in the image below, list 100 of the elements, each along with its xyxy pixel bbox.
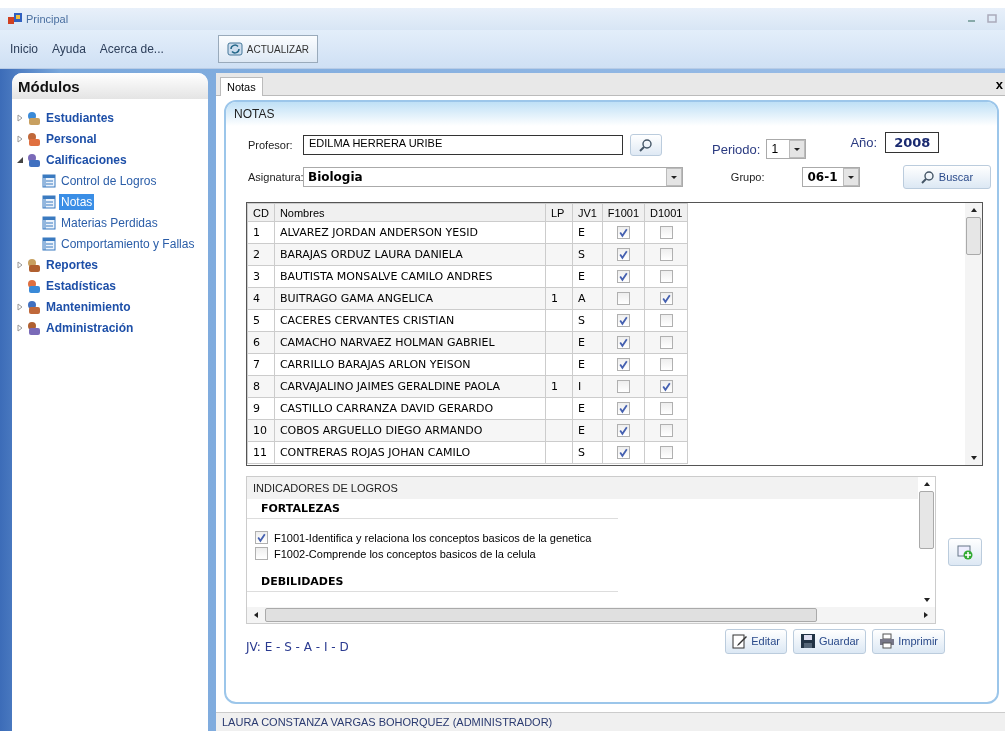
- checkbox[interactable]: [659, 358, 673, 372]
- printer-icon: [879, 633, 896, 649]
- table-cell: CASTILLO CARRANZA DAVID GERARDO: [274, 397, 546, 420]
- scrollbar-thumb[interactable]: [265, 608, 817, 622]
- field-label: Grupo:: [730, 171, 765, 183]
- tree-item[interactable]: Materias Perdidas: [59, 214, 160, 231]
- period-dropdown[interactable]: 1: [766, 139, 807, 159]
- checkbox[interactable]: [616, 380, 630, 394]
- table-cell: BARAJAS ORDUZ LAURA DANIELA: [274, 243, 546, 266]
- action-button[interactable]: Guardar: [792, 628, 867, 654]
- close-tab-button[interactable]: x: [995, 76, 1005, 92]
- checkbox[interactable]: [659, 248, 673, 262]
- menu-item[interactable]: Ayuda: [52, 42, 86, 56]
- checkbox[interactable]: [616, 314, 630, 328]
- checkbox[interactable]: [616, 402, 630, 416]
- checkbox[interactable]: [659, 292, 673, 306]
- subject-dropdown[interactable]: Biologia: [303, 167, 683, 187]
- checkbox[interactable]: [616, 292, 630, 306]
- refresh-button[interactable]: ACTUALIZAR: [217, 35, 319, 63]
- scrollbar-thumb[interactable]: [966, 217, 981, 255]
- form-icon: [42, 215, 56, 230]
- column-header[interactable]: CD: [247, 203, 275, 222]
- column-header[interactable]: F1001: [602, 203, 645, 222]
- status-text: LAURA CONSTANZA VARGAS BOHORQUEZ (ADMINISTRADOR): [222, 716, 553, 728]
- scrollbar[interactable]: [965, 203, 982, 465]
- expand-arrow-icon[interactable]: [16, 323, 24, 332]
- action-button[interactable]: Imprimir: [872, 628, 945, 654]
- column-header[interactable]: JV1: [572, 203, 603, 222]
- tree-item[interactable]: Estudiantes: [46, 110, 114, 125]
- column-header[interactable]: D1001: [644, 203, 688, 222]
- checkbox[interactable]: [659, 380, 673, 394]
- teacher-field[interactable]: EDILMA HERRERA URIBE: [303, 135, 623, 155]
- checkbox[interactable]: [255, 531, 268, 544]
- table-cell: 2: [247, 243, 275, 266]
- checkbox[interactable]: [659, 226, 673, 240]
- table-cell: E: [572, 265, 603, 288]
- add-button[interactable]: [948, 538, 982, 566]
- checkbox[interactable]: [616, 336, 630, 350]
- column-header[interactable]: LP: [545, 203, 573, 222]
- checkbox[interactable]: [616, 358, 630, 372]
- checkbox[interactable]: [616, 226, 630, 240]
- section-heading: DEBILIDADES: [247, 572, 618, 592]
- expand-arrow-icon[interactable]: [16, 302, 24, 311]
- column-header[interactable]: Nombres: [274, 203, 546, 222]
- checkbox[interactable]: [659, 446, 673, 460]
- scrollbar-thumb[interactable]: [919, 491, 934, 549]
- module-icon: [26, 109, 42, 126]
- tree-item[interactable]: Comportamiento y Fallas: [59, 235, 197, 252]
- maximize-icon[interactable]: [987, 14, 997, 24]
- form-icon: [42, 173, 56, 188]
- module-icon: [26, 277, 42, 294]
- expand-arrow-icon[interactable]: [16, 134, 24, 143]
- window-title: Principal: [26, 13, 69, 25]
- group-dropdown[interactable]: 06-1: [802, 167, 860, 187]
- collapse-arrow-icon[interactable]: [16, 155, 24, 164]
- action-button[interactable]: Editar: [725, 628, 787, 654]
- checkbox[interactable]: [255, 547, 268, 560]
- expand-arrow-icon[interactable]: [16, 260, 24, 269]
- module-icon: [26, 298, 42, 315]
- tree-item[interactable]: Estadísticas: [46, 278, 117, 293]
- tree-item[interactable]: Personal: [46, 131, 97, 146]
- menu-item[interactable]: Inicio: [10, 42, 38, 56]
- checkbox-label: F1001-Identifica y relaciona los conceptos basicos de la genetica: [274, 531, 592, 544]
- tree-item[interactable]: Mantenimiento: [46, 299, 131, 314]
- table-cell: 1: [247, 221, 275, 244]
- app-icon: [8, 13, 22, 25]
- search-button[interactable]: Buscar: [903, 165, 991, 189]
- menu-item[interactable]: Acerca de...: [99, 42, 164, 56]
- table-cell: 10: [247, 419, 275, 442]
- checkbox[interactable]: [616, 270, 630, 284]
- checkbox[interactable]: [659, 314, 673, 328]
- checkbox[interactable]: [616, 446, 630, 460]
- table-cell: BUITRAGO GAMA ANGELICA: [274, 287, 546, 310]
- section-heading: FORTALEZAS: [247, 499, 618, 519]
- checkbox[interactable]: [659, 336, 673, 350]
- add-icon: [957, 544, 973, 560]
- field-label: Profesor:: [248, 139, 294, 151]
- panel-title: NOTAS: [234, 107, 275, 121]
- table-cell: BAUTISTA MONSALVE CAMILO ANDRES: [274, 265, 546, 288]
- table-cell: 7: [247, 353, 275, 376]
- tree-item[interactable]: Reportes: [46, 257, 98, 272]
- scrollbar[interactable]: [247, 607, 935, 623]
- field-label: Periodo:: [712, 141, 761, 157]
- table-cell: CONTRERAS ROJAS JOHAN CAMILO: [274, 441, 546, 464]
- checkbox[interactable]: [616, 424, 630, 438]
- expand-arrow-icon[interactable]: [16, 113, 24, 122]
- search-button[interactable]: [630, 134, 662, 156]
- tab[interactable]: Notas: [220, 77, 263, 96]
- checkbox[interactable]: [616, 248, 630, 262]
- tree-item[interactable]: Control de Logros: [59, 172, 159, 189]
- tree-item[interactable]: Administración: [46, 320, 134, 335]
- checkbox[interactable]: [659, 270, 673, 284]
- form-icon: [42, 236, 56, 251]
- table-cell: E: [572, 397, 603, 420]
- checkbox[interactable]: [659, 402, 673, 416]
- legend-text: JV: E - S - A - I - D: [246, 640, 349, 654]
- tree-item[interactable]: Calificaciones: [46, 152, 127, 167]
- module-icon: [26, 151, 42, 168]
- search-icon: [639, 138, 653, 152]
- checkbox[interactable]: [659, 424, 673, 438]
